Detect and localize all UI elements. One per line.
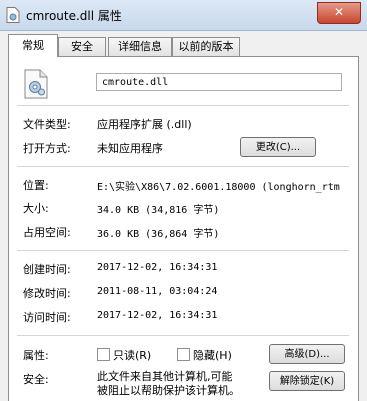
tab-general[interactable]: 常规 (8, 34, 58, 57)
unblock-button[interactable]: 解除锁定(K) (269, 371, 345, 391)
size-value: 34.0 KB (34,816 字节) (97, 205, 220, 216)
advanced-button[interactable]: 高级(D)... (269, 344, 345, 364)
readonly-label[interactable]: 只读(R) (113, 347, 151, 363)
file-type-label: 文件类型: (23, 118, 71, 131)
file-type-value: 应用程序扩展 (.dll) (97, 118, 192, 131)
created-label: 创建时间: (23, 263, 71, 276)
tab-previous-versions[interactable]: 以前的版本 (172, 37, 240, 56)
hidden-checkbox[interactable] (177, 348, 190, 361)
security-label: 安全: (23, 373, 49, 386)
modified-value: 2011-08-11, 03:04:24 (97, 286, 218, 297)
file-name-field[interactable]: cmroute.dll (96, 73, 342, 91)
accessed-label: 访问时间: (23, 311, 71, 324)
created-value: 2017-12-02, 16:34:31 (97, 262, 218, 273)
modified-label: 修改时间: (23, 287, 71, 300)
hidden-label[interactable]: 隐藏(H) (193, 347, 232, 363)
size-on-disk-label: 占用空间: (23, 226, 71, 239)
general-panel: cmroute.dll 文件类型: 应用程序扩展 (.dll) 打开方式: 未知… (8, 56, 359, 401)
tab-details[interactable]: 详细信息 (108, 37, 172, 56)
open-with-value: 未知应用程序 (97, 142, 163, 155)
location-label: 位置: (23, 179, 49, 192)
size-label: 大小: (23, 202, 49, 215)
location-value: E:\实验\X86\7.02.6001.18000 (longhorn_rtm (97, 182, 340, 193)
separator (17, 105, 349, 106)
tab-security[interactable]: 安全 (58, 37, 106, 56)
separator (17, 335, 349, 336)
title-bar: cmroute.dll 属性 ✕ (0, 0, 367, 31)
close-button[interactable]: ✕ (317, 2, 361, 24)
security-text: 被阻止以帮助保护该计算机。 (97, 384, 240, 397)
attributes-label: 属性: (23, 349, 49, 362)
open-with-label: 打开方式: (23, 142, 71, 155)
size-on-disk-value: 36.0 KB (36,864 字节) (97, 229, 220, 240)
dll-file-icon (24, 69, 48, 99)
separator (17, 166, 349, 167)
file-icon (6, 7, 20, 23)
change-button[interactable]: 更改(C)... (240, 137, 316, 157)
readonly-checkbox[interactable] (97, 348, 110, 361)
window-title: cmroute.dll 属性 (26, 9, 122, 23)
separator (17, 250, 349, 251)
accessed-value: 2017-12-02, 16:34:31 (97, 310, 218, 321)
